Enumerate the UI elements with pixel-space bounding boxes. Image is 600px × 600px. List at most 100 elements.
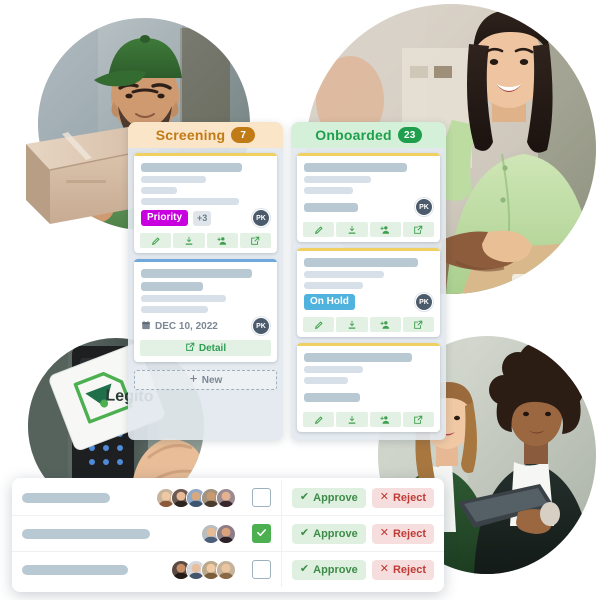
card-action-row bbox=[303, 317, 434, 332]
check-icon: ✔ bbox=[299, 491, 310, 503]
download-icon[interactable] bbox=[173, 233, 205, 248]
detail-button-label: Detail bbox=[198, 342, 227, 354]
column-header-onboarded[interactable]: Onboarded 23 bbox=[291, 122, 446, 148]
row-label-skeleton bbox=[22, 564, 128, 575]
kanban-card[interactable]: Priority +3 PK bbox=[134, 153, 277, 253]
column-title-onboarded: Onboarded bbox=[315, 127, 392, 143]
reject-button[interactable]: ✕ Reject bbox=[371, 487, 434, 508]
tag-priority[interactable]: Priority bbox=[141, 210, 189, 226]
card-action-row bbox=[303, 412, 434, 427]
reject-label: Reject bbox=[392, 491, 426, 504]
tag-on-hold[interactable]: On Hold bbox=[304, 294, 355, 310]
card-meta-row: DEC 10, 2022 PK bbox=[141, 317, 270, 335]
tag-overflow-count[interactable]: +3 bbox=[193, 210, 212, 226]
avatar-group[interactable] bbox=[170, 559, 236, 580]
edit-icon[interactable] bbox=[303, 222, 335, 237]
approve-button[interactable]: ✔ Approve bbox=[291, 523, 366, 544]
approve-label: Approve bbox=[313, 491, 358, 504]
external-link-icon[interactable] bbox=[402, 317, 434, 332]
avatar-group[interactable] bbox=[200, 523, 236, 544]
card-meta-row: PK bbox=[304, 198, 433, 216]
approve-button[interactable]: ✔ Approve bbox=[291, 559, 366, 580]
check-icon bbox=[256, 525, 267, 543]
reject-label: Reject bbox=[392, 563, 426, 576]
column-title-screening: Screening bbox=[155, 127, 226, 143]
reject-button[interactable]: ✕ Reject bbox=[371, 523, 434, 544]
detail-button[interactable]: Detail bbox=[140, 340, 271, 356]
kanban-column-screening: Screening 7 Priority +3 PK DEC 10, 2022 … bbox=[128, 122, 283, 440]
calendar-icon bbox=[141, 320, 151, 333]
kanban-card[interactable]: PK bbox=[297, 153, 440, 242]
column-count-screening: 7 bbox=[231, 127, 256, 143]
reject-label: Reject bbox=[392, 527, 426, 540]
edit-icon[interactable] bbox=[303, 412, 335, 427]
check-icon: ✔ bbox=[299, 527, 310, 539]
card-skeleton-text bbox=[297, 346, 440, 384]
card-date-text: DEC 10, 2022 bbox=[155, 320, 218, 332]
download-icon[interactable] bbox=[336, 412, 368, 427]
new-card-label: New bbox=[201, 374, 223, 386]
external-link-icon[interactable] bbox=[402, 412, 434, 427]
avatar-pk[interactable]: PK bbox=[415, 198, 433, 216]
illustration-stage: Legito bbox=[0, 0, 600, 600]
approval-row[interactable]: ✔ Approve ✕ Reject bbox=[12, 480, 444, 516]
kanban-card[interactable]: On Hold PK bbox=[297, 248, 440, 337]
row-checkbox[interactable] bbox=[251, 524, 271, 543]
row-divider bbox=[280, 480, 282, 515]
row-divider bbox=[280, 516, 282, 551]
approval-row[interactable]: ✔ Approve ✕ Reject bbox=[12, 552, 444, 587]
card-skeleton-text bbox=[134, 262, 277, 313]
reject-button[interactable]: ✕ Reject bbox=[371, 559, 434, 580]
cross-icon: ✕ bbox=[379, 563, 389, 575]
add-person-icon[interactable] bbox=[369, 317, 401, 332]
plus-icon bbox=[189, 374, 198, 386]
row-label-skeleton bbox=[22, 492, 110, 503]
cross-icon: ✕ bbox=[379, 527, 389, 539]
card-action-row bbox=[303, 222, 434, 237]
card-skeleton-chip bbox=[304, 392, 360, 402]
avatar-pk[interactable]: PK bbox=[252, 209, 270, 227]
cross-icon: ✕ bbox=[379, 491, 389, 503]
card-meta-row: On Hold PK bbox=[304, 293, 433, 311]
avatar-pk[interactable]: PK bbox=[252, 317, 270, 335]
column-body-screening: Priority +3 PK DEC 10, 2022 PK Detail Ne… bbox=[128, 148, 283, 440]
row-checkbox[interactable] bbox=[251, 488, 271, 507]
download-icon[interactable] bbox=[336, 317, 368, 332]
approve-label: Approve bbox=[313, 527, 358, 540]
approve-label: Approve bbox=[313, 563, 358, 576]
kanban-card[interactable] bbox=[297, 343, 440, 432]
add-person-icon[interactable] bbox=[206, 233, 238, 248]
approval-row[interactable]: ✔ Approve ✕ Reject bbox=[12, 516, 444, 552]
column-header-screening[interactable]: Screening 7 bbox=[128, 122, 283, 148]
card-skeleton-text bbox=[297, 251, 440, 289]
avatar[interactable] bbox=[215, 523, 236, 544]
add-person-icon[interactable] bbox=[369, 412, 401, 427]
avatar[interactable] bbox=[215, 559, 236, 580]
row-divider bbox=[280, 552, 282, 587]
external-link-icon[interactable] bbox=[402, 222, 434, 237]
row-checkbox[interactable] bbox=[251, 560, 271, 579]
external-link-icon[interactable] bbox=[239, 233, 271, 248]
avatar[interactable] bbox=[215, 487, 236, 508]
new-card-button[interactable]: New bbox=[134, 370, 277, 390]
kanban-card[interactable]: DEC 10, 2022 PK Detail bbox=[134, 259, 277, 362]
column-count-onboarded: 23 bbox=[397, 127, 422, 143]
row-label-skeleton bbox=[22, 528, 150, 539]
edit-icon[interactable] bbox=[303, 317, 335, 332]
check-icon: ✔ bbox=[299, 563, 310, 575]
card-meta-row bbox=[304, 388, 433, 406]
card-meta-row: Priority +3 PK bbox=[141, 209, 270, 227]
external-link-icon bbox=[185, 342, 195, 355]
approvals-panel: ✔ Approve ✕ Reject ✔ Approve ✕ Reject ✔ … bbox=[12, 478, 444, 592]
edit-icon[interactable] bbox=[140, 233, 172, 248]
avatar-pk[interactable]: PK bbox=[415, 293, 433, 311]
add-person-icon[interactable] bbox=[369, 222, 401, 237]
card-action-row bbox=[140, 233, 271, 248]
column-body-onboarded: PK On Hold PK bbox=[291, 148, 446, 440]
download-icon[interactable] bbox=[336, 222, 368, 237]
card-due-date: DEC 10, 2022 bbox=[141, 320, 218, 333]
card-skeleton-text bbox=[134, 156, 277, 205]
approve-button[interactable]: ✔ Approve bbox=[291, 487, 366, 508]
avatar-group[interactable] bbox=[155, 487, 236, 508]
card-skeleton-text bbox=[297, 156, 440, 194]
